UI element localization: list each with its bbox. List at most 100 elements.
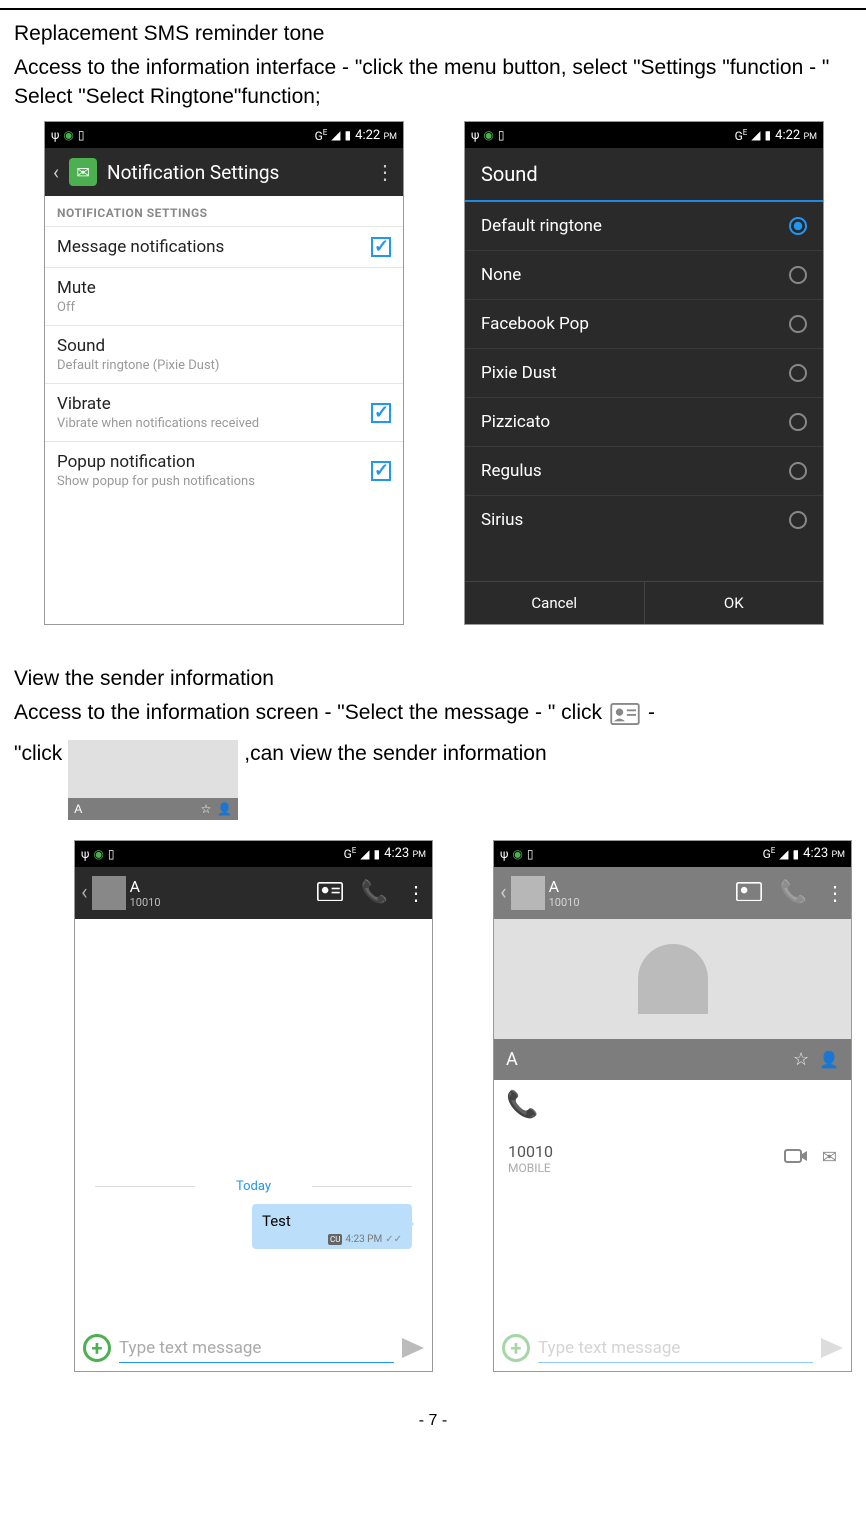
setting-label: Popup notification [57, 452, 371, 472]
screen-title: Notification Settings [107, 161, 365, 184]
clock: 4:23 PM [803, 846, 845, 861]
radio-icon [789, 462, 807, 480]
setting-label: Vibrate [57, 394, 371, 414]
usb-icon: ψ [500, 847, 508, 861]
send-button[interactable] [402, 1338, 424, 1358]
contact-name: A [130, 877, 161, 896]
contact-name: A [549, 877, 580, 896]
conversation-header: ‹ A 10010 📞 ⋮ [75, 867, 432, 919]
ringtone-option-facebook-pop[interactable]: Facebook Pop [465, 300, 823, 349]
checkbox-icon[interactable] [371, 461, 391, 481]
person-details-icon[interactable]: 👤 [819, 1050, 839, 1069]
call-icon[interactable]: 📞 [361, 880, 388, 905]
usb-icon: ψ [81, 847, 89, 861]
status-bar: ψ ◉ ▯ GE ◢ ▮ 4:22 PM [465, 122, 823, 148]
star-icon: ☆ [201, 801, 212, 817]
message-icon[interactable]: ✉ [822, 1147, 837, 1170]
message-composer-dimmed: + Type text message [494, 1325, 851, 1371]
ringtone-option-pizzicato[interactable]: Pizzicato [465, 398, 823, 447]
contact-actions: 📞 [494, 1080, 851, 1130]
screenshot-sound-dialog: ψ ◉ ▯ GE ◢ ▮ 4:22 PM Sound Default ringt… [464, 121, 824, 625]
signal-icon: ◢ [331, 128, 340, 142]
setting-label: Message notifications [57, 237, 371, 257]
paragraph-3: "click A ☆ 👤 ,can view the sender inform… [14, 740, 852, 820]
call-action-icon[interactable]: 📞 [506, 1090, 538, 1120]
message-input[interactable]: Type text message [119, 1334, 394, 1363]
contact-card-icon [610, 703, 640, 725]
usb-icon: ψ [51, 128, 59, 142]
contact-card-icon [736, 882, 762, 904]
ok-button[interactable]: OK [645, 582, 824, 624]
overflow-menu-icon[interactable]: ⋮ [375, 160, 395, 184]
person-icon: 👤 [217, 801, 232, 817]
ringtone-option-regulus[interactable]: Regulus [465, 447, 823, 496]
screenshot-notification-settings: ψ ◉ ▯ GE ◢ ▮ 4:22 PM ‹ ✉ Notification Se… [44, 121, 404, 625]
page-number: - 7 - [14, 1412, 852, 1430]
sim-badge: CU [328, 1234, 342, 1245]
setting-row-message-notifications[interactable]: Message notifications [45, 226, 403, 267]
avatar [511, 876, 545, 910]
setting-sublabel: Vibrate when notifications received [57, 416, 371, 431]
paragraph-2: Access to the information screen - "Sele… [14, 699, 852, 727]
sync-icon: ◉ [93, 847, 103, 861]
status-bar: ψ ◉ ▯ GE ◢ ▮ 4:22 PM [45, 122, 403, 148]
setting-row-mute[interactable]: Mute Off [45, 267, 403, 325]
back-icon[interactable]: ‹ [53, 160, 59, 184]
contact-card-icon[interactable] [317, 882, 343, 904]
screenshot-contact-popup: ψ ◉ ▯ GE ◢ ▮ 4:23 PM ‹ A 10010 [493, 840, 852, 1372]
misc-icon: ▯ [108, 847, 115, 861]
contact-popup-name: A [506, 1049, 518, 1070]
modal-overlay[interactable]: A ☆ 👤 📞 10010 MOBILE [494, 919, 851, 1187]
signal-icon: ◢ [751, 128, 760, 142]
date-separator: Today [75, 1179, 432, 1194]
ringtone-option-default[interactable]: Default ringtone [465, 202, 823, 251]
ringtone-option-sirius[interactable]: Sirius [465, 496, 823, 544]
paragraph-1: Access to the information interface - "c… [14, 54, 852, 111]
signal-icon: ◢ [360, 847, 369, 861]
message-time: 4:23 PM [345, 1234, 382, 1245]
status-bar: ψ ◉ ▯ GE ◢ ▮ 4:23 PM [494, 841, 851, 867]
clock: 4:22 PM [775, 128, 817, 143]
sync-icon: ◉ [512, 847, 522, 861]
checkbox-icon[interactable] [371, 403, 391, 423]
video-call-icon[interactable] [784, 1147, 808, 1170]
setting-sublabel: Show popup for push notifications [57, 474, 371, 489]
overflow-menu-icon[interactable]: ⋮ [406, 881, 426, 905]
battery-icon: ▮ [793, 847, 800, 861]
delivered-check-icon: ✓✓ [385, 1234, 402, 1245]
battery-icon: ▮ [374, 847, 381, 861]
ringtone-option-none[interactable]: None [465, 251, 823, 300]
misc-icon: ▯ [498, 128, 505, 142]
send-button [821, 1338, 843, 1358]
setting-label: Sound [57, 336, 391, 356]
clock: 4:23 PM [384, 846, 426, 861]
radio-icon [789, 413, 807, 431]
contact-chip-inline: A ☆ 👤 [68, 740, 238, 820]
dialog-title: Sound [465, 148, 823, 202]
ringtone-list: Default ringtone None Facebook Pop Pixie… [465, 202, 823, 581]
message-input: Type text message [538, 1334, 813, 1363]
ringtone-option-pixie-dust[interactable]: Pixie Dust [465, 349, 823, 398]
setting-row-popup-notification[interactable]: Popup notification Show popup for push n… [45, 441, 403, 499]
contact-number-row[interactable]: 10010 MOBILE ✉ [494, 1130, 851, 1187]
checkbox-icon[interactable] [371, 237, 391, 257]
message-composer: + Type text message [75, 1325, 432, 1371]
cancel-button[interactable]: Cancel [465, 582, 645, 624]
setting-row-sound[interactable]: Sound Default ringtone (Pixie Dust) [45, 325, 403, 383]
back-icon[interactable]: ‹ [81, 880, 88, 905]
overflow-menu-icon: ⋮ [825, 881, 845, 905]
misc-icon: ▯ [78, 128, 85, 142]
contact-quick-card: A ☆ 👤 📞 10010 MOBILE [494, 919, 851, 1187]
setting-row-vibrate[interactable]: Vibrate Vibrate when notifications recei… [45, 383, 403, 441]
setting-label: Mute [57, 278, 391, 298]
contact-popup-label: MOBILE [508, 1161, 553, 1175]
attach-button[interactable]: + [83, 1334, 111, 1362]
network-icon: GE [763, 846, 776, 861]
star-icon[interactable]: ☆ [793, 1049, 809, 1070]
chip-name: A [74, 801, 82, 817]
avatar[interactable] [92, 876, 126, 910]
network-icon: GE [315, 128, 328, 143]
heading-2: View the sender information [14, 665, 852, 693]
heading-1: Replacement SMS reminder tone [14, 20, 852, 48]
message-bubble-sent[interactable]: Test CU 4:23 PM ✓✓ [252, 1204, 412, 1249]
